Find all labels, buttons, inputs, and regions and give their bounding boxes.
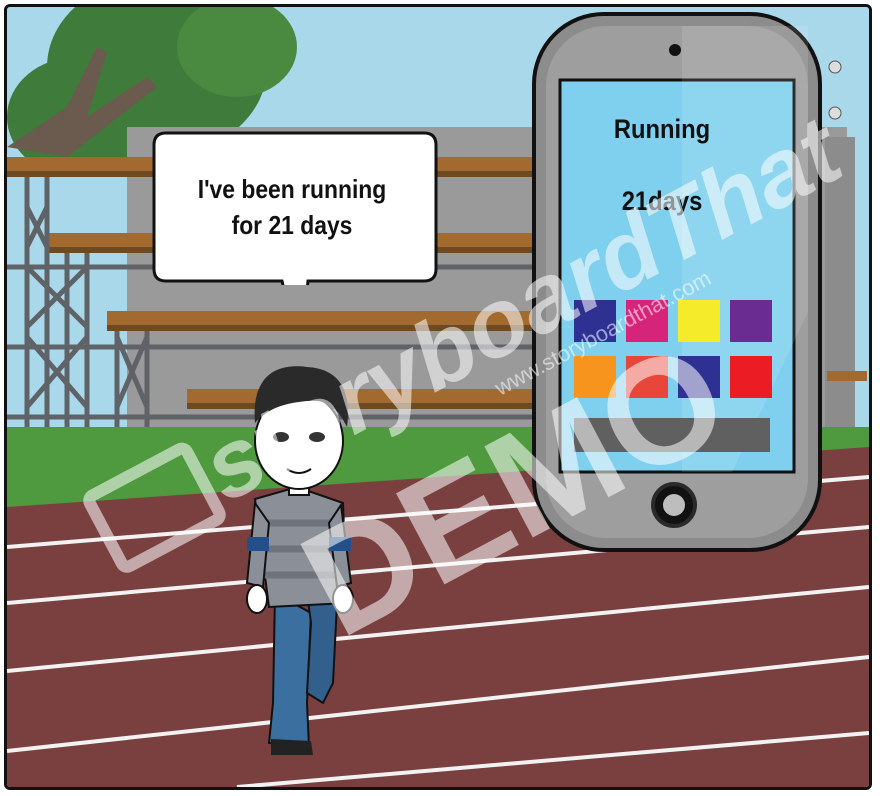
phone-progress-bar: [574, 418, 770, 452]
phone-color-tile[interactable]: [678, 300, 720, 342]
speech-text: I've been running for 21 days: [166, 171, 418, 243]
smartphone: [532, 12, 822, 552]
phone-color-tile[interactable]: [678, 356, 720, 398]
speech-line-1: I've been running: [197, 174, 387, 204]
phone-app-title: Running: [613, 114, 711, 144]
phone-day-count: 21days: [621, 186, 703, 216]
phone-color-tile[interactable]: [730, 300, 772, 342]
phone-color-tile[interactable]: [574, 356, 616, 398]
speech-line-2: for 21 days: [231, 210, 353, 240]
phone-tile-grid: [574, 300, 772, 400]
phone-color-tile[interactable]: [574, 300, 616, 342]
phone-color-tile[interactable]: [626, 300, 668, 342]
phone-color-tile[interactable]: [730, 356, 772, 398]
home-button[interactable]: [651, 482, 697, 528]
phone-color-tile[interactable]: [626, 356, 668, 398]
